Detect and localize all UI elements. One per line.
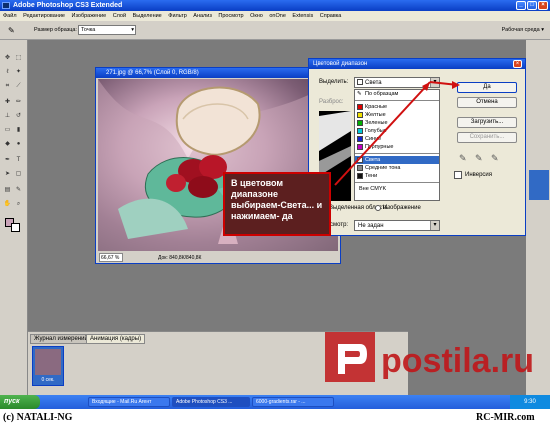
tab-animation[interactable]: Анимация (кадры) [86, 334, 146, 344]
frame-time[interactable]: 0 сек. [33, 377, 63, 383]
footer: (c) NATALI-NG RC-MIR.com [0, 409, 550, 428]
taskbar: пуск Входящие - Mail.Ru Агент Adobe Phot… [0, 395, 550, 409]
postila-watermark: postila.ru [325, 332, 534, 382]
arrow-head-ok [452, 81, 460, 89]
footer-credit: (c) NATALI-NG [3, 412, 73, 423]
tab-measurement-log[interactable]: Журнал измерений [30, 334, 92, 344]
system-clock: 9:30 [510, 395, 550, 409]
animation-frame[interactable]: 0 сек. [32, 346, 64, 386]
arrow-to-select [334, 81, 431, 186]
task-mail-agent[interactable]: Входящие - Mail.Ru Агент [88, 397, 170, 407]
task-photoshop[interactable]: Adobe Photoshop CS3 ... [172, 397, 250, 407]
start-button[interactable]: пуск [0, 395, 40, 409]
task-gradients-rar[interactable]: 6000-gradients.rar - ... [252, 397, 334, 407]
footer-site: RC-MIR.com [476, 412, 535, 423]
instruction-callout: В цветовом диапазоне выбираем-Света... и… [223, 172, 331, 236]
watermark-text: postila.ru [381, 342, 534, 380]
layers-panel-strip[interactable] [529, 170, 549, 200]
frame-thumbnail [35, 349, 61, 375]
